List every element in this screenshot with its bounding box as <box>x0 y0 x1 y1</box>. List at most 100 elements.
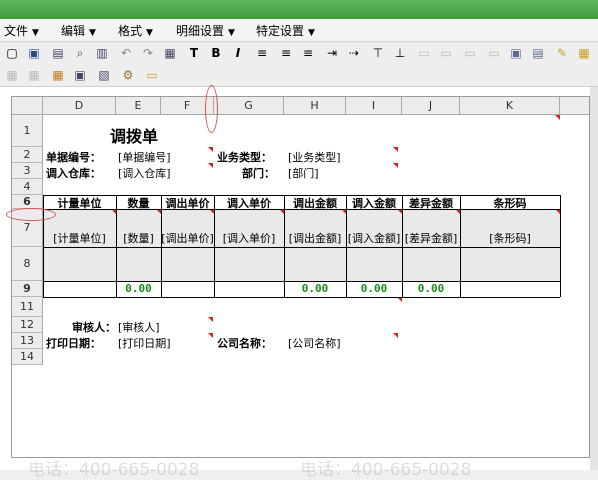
split-cells-icon[interactable]: ⊥ <box>392 45 408 61</box>
merge-cells-icon[interactable]: ⊤ <box>370 45 386 61</box>
row-header-1[interactable]: 1 <box>12 115 43 147</box>
field-in-price[interactable]: [调入单价] <box>214 230 284 246</box>
row-header-14[interactable]: 14 <box>12 349 43 365</box>
cell-marker-icon <box>393 147 398 152</box>
fill-color-icon[interactable]: ▭ <box>438 45 454 61</box>
print-date-field[interactable]: [打印日期] <box>118 335 171 351</box>
page-setup-icon[interactable]: ▥ <box>94 45 110 61</box>
cell-marker-icon <box>393 333 398 338</box>
column-header-k[interactable]: K <box>460 97 560 115</box>
grid-icon[interactable]: ▭ <box>486 45 502 61</box>
biz-type-field[interactable]: [业务类型] <box>288 149 341 165</box>
align-left-icon[interactable]: ≡ <box>254 45 270 61</box>
table-border <box>214 195 215 297</box>
table-border <box>43 209 560 210</box>
dept-field[interactable]: [部门] <box>288 165 319 181</box>
insert-row-icon[interactable]: ⇢ <box>346 45 362 61</box>
menu-detail-settings[interactable]: 明细设置 ▼ <box>176 22 235 39</box>
format-painter-icon[interactable]: ▦ <box>162 45 178 61</box>
text-icon[interactable]: T <box>186 45 202 61</box>
annotation-oval <box>205 85 218 133</box>
save-icon[interactable]: ▣ <box>26 45 42 61</box>
in-warehouse-field[interactable]: [调入仓库] <box>118 165 171 181</box>
font-color-icon[interactable]: ▭ <box>462 45 478 61</box>
table-border <box>43 247 560 248</box>
row-header-13[interactable]: 13 <box>12 333 43 349</box>
field-out-amount[interactable]: [调出金额] <box>284 230 346 246</box>
field-unit[interactable]: [计量单位] <box>43 230 116 246</box>
row-header-2[interactable]: 2 <box>12 147 43 163</box>
field-out-price[interactable]: [调出单价] <box>161 230 214 246</box>
print-date-label[interactable]: 打印日期： <box>46 335 101 351</box>
total-diff-amount[interactable]: 0.00 <box>402 282 460 295</box>
row-header-8[interactable]: 8 <box>12 247 43 281</box>
total-qty[interactable]: 0.00 <box>116 282 161 295</box>
edit-icon[interactable]: ✎ <box>554 45 570 61</box>
field-qty[interactable]: [数量] <box>116 230 161 246</box>
align-center-icon[interactable]: ≡ <box>278 45 294 61</box>
field-diff-amount[interactable]: [差异金额] <box>402 230 460 246</box>
company-label[interactable]: 公司名称： <box>217 335 272 351</box>
row-header-4[interactable]: 4 <box>12 179 43 195</box>
row-header-11[interactable]: 11 <box>12 297 43 317</box>
image-icon[interactable]: ▧ <box>96 67 112 83</box>
field-barcode[interactable]: [条形码] <box>460 230 560 246</box>
auditor-label[interactable]: 审核人： <box>72 319 116 335</box>
preview-icon[interactable]: ▤ <box>50 45 66 61</box>
doc-no-label[interactable]: 单据编号： <box>46 149 101 165</box>
cell-marker-icon <box>393 163 398 168</box>
insert-picture-icon[interactable]: ▣ <box>508 45 524 61</box>
table-icon[interactable]: ▦ <box>26 67 42 83</box>
cell-marker-icon <box>208 163 213 168</box>
insert-column-icon[interactable]: ⇥ <box>324 45 340 61</box>
undo-icon[interactable]: ↶ <box>118 45 134 61</box>
properties-icon[interactable]: ▤ <box>530 45 546 61</box>
column-header-e[interactable]: E <box>116 97 161 115</box>
company-field[interactable]: [公司名称] <box>288 335 341 351</box>
borders-icon[interactable]: ▭ <box>416 45 432 61</box>
row-header-6[interactable]: 6 <box>12 195 43 209</box>
dept-label[interactable]: 部门： <box>242 165 275 181</box>
row-header-3[interactable]: 3 <box>12 163 43 179</box>
new-document-icon[interactable]: ▢ <box>4 45 20 61</box>
biz-type-label[interactable]: 业务类型： <box>217 149 272 165</box>
cell-marker-icon <box>208 147 213 152</box>
row-header-9[interactable]: 9 <box>12 281 43 297</box>
table-border <box>43 195 560 196</box>
doc-no-field[interactable]: [单据编号] <box>118 149 171 165</box>
watermark-phone: 电话：400-665-0028 <box>28 460 200 480</box>
align-right-icon[interactable]: ≡ <box>300 45 316 61</box>
table-border <box>402 195 403 297</box>
grid-lines-icon[interactable]: ▦ <box>4 67 20 83</box>
column-header-j[interactable]: J <box>402 97 460 115</box>
folder-icon[interactable]: ▭ <box>144 67 160 83</box>
row-header-12[interactable]: 12 <box>12 317 43 333</box>
vertical-scrollbar[interactable] <box>590 87 598 470</box>
field-in-amount[interactable]: [调入金额] <box>346 230 402 246</box>
column-header-d[interactable]: D <box>43 97 116 115</box>
print-preview-icon[interactable]: ⌕ <box>72 45 88 61</box>
settings-icon[interactable]: ▦ <box>576 45 592 61</box>
form-title[interactable]: 调拨单 <box>110 123 158 147</box>
tools-icon[interactable]: ⚙ <box>120 67 136 83</box>
total-out-amount[interactable]: 0.00 <box>284 282 346 295</box>
watermark-phone: 电话：400-665-0028 <box>300 460 472 480</box>
table-border <box>43 297 560 298</box>
redo-icon[interactable]: ↷ <box>140 45 156 61</box>
menu-format[interactable]: 格式 ▼ <box>118 22 153 39</box>
total-in-amount[interactable]: 0.00 <box>346 282 402 295</box>
auditor-field[interactable]: [审核人] <box>118 319 160 335</box>
in-warehouse-label[interactable]: 调入仓库： <box>46 165 101 181</box>
column-header-h[interactable]: H <box>284 97 346 115</box>
column-header-i[interactable]: I <box>346 97 402 115</box>
report-sheet: D E F G H I J K 1 2 3 4 6 7 8 9 11 12 13… <box>11 96 590 458</box>
table-color-icon[interactable]: ▦ <box>50 67 66 83</box>
italic-icon[interactable]: I <box>230 45 246 61</box>
menu-edit[interactable]: 编辑 ▼ <box>61 22 96 39</box>
window-icon[interactable]: ▣ <box>72 67 88 83</box>
column-header-g[interactable]: G <box>214 97 284 115</box>
bold-icon[interactable]: B <box>208 45 224 61</box>
menu-file[interactable]: 文件 ▼ <box>4 22 39 39</box>
menu-special-settings[interactable]: 特定设置 ▼ <box>256 22 315 39</box>
corner-cell[interactable] <box>12 97 43 115</box>
